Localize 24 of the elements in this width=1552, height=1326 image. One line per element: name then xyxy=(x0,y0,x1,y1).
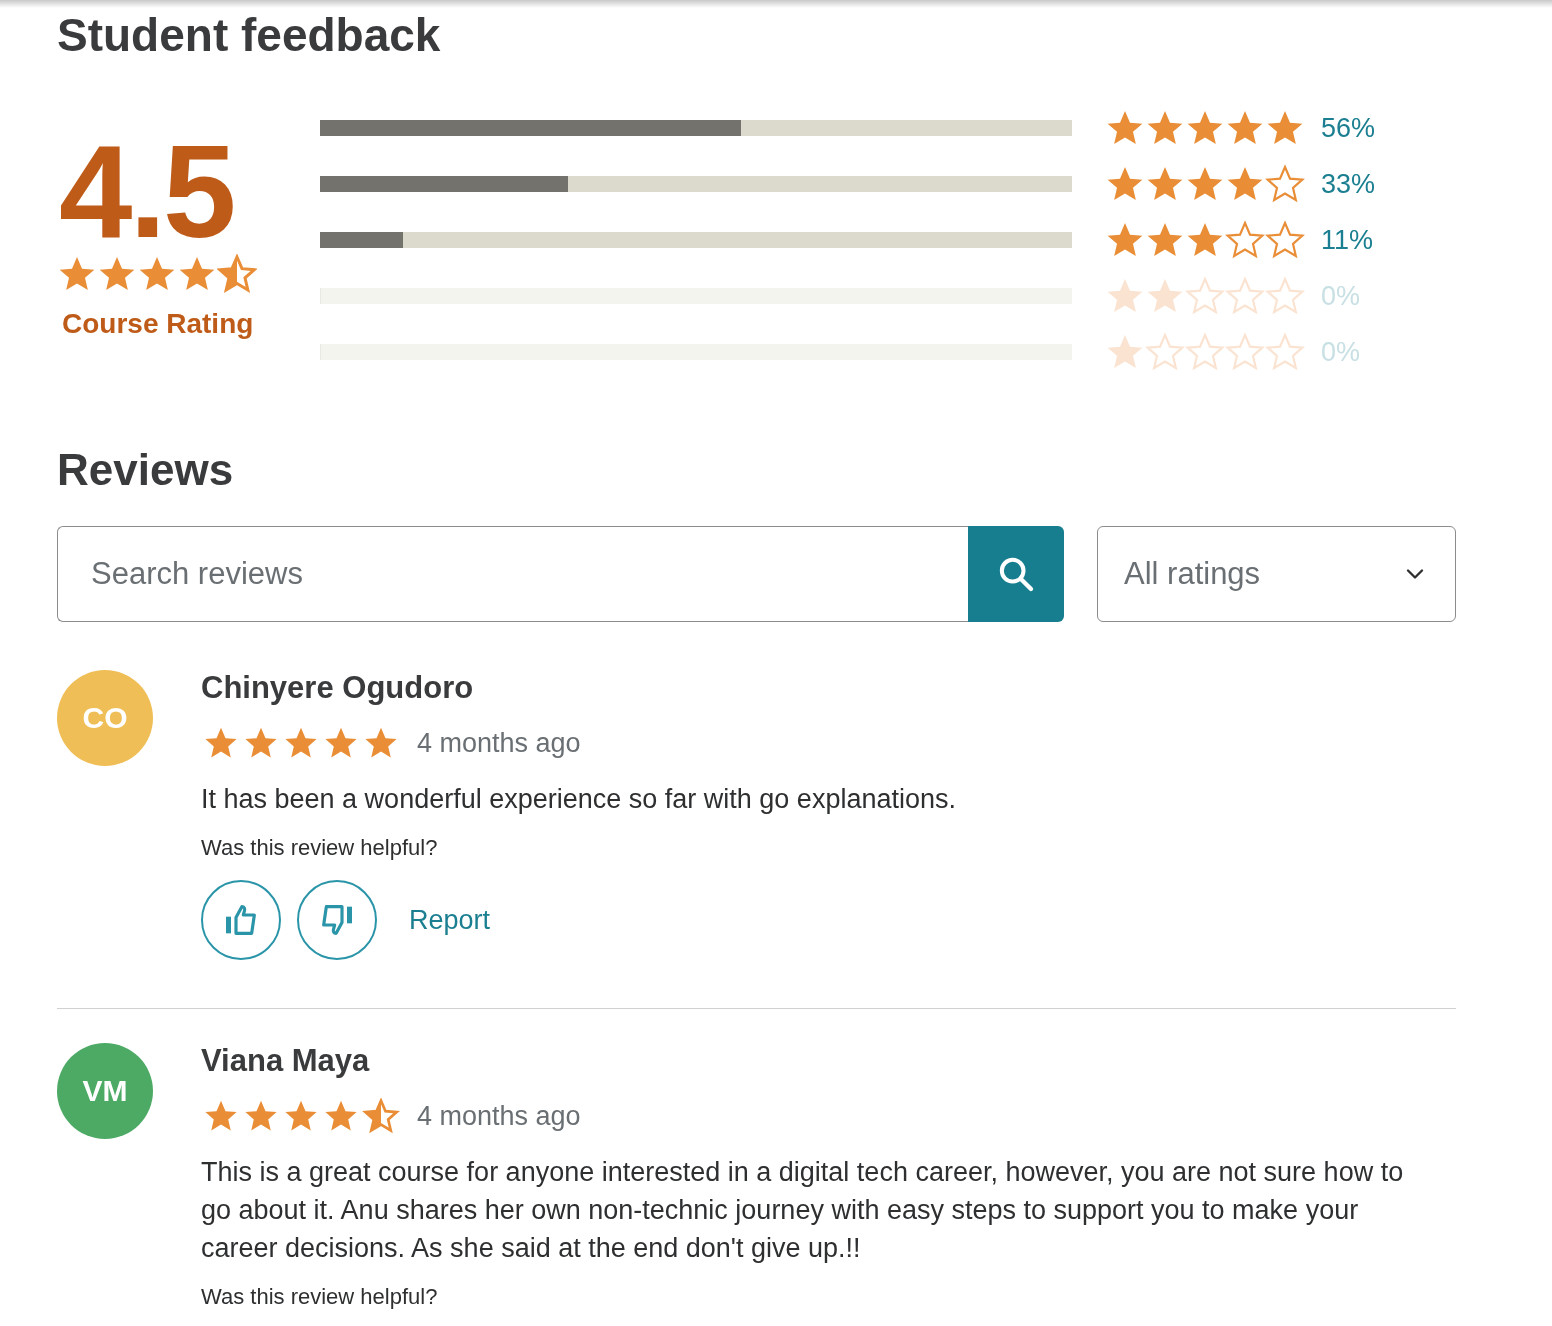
star-empty-icon xyxy=(1265,164,1305,204)
avatar: VM xyxy=(57,1043,153,1139)
half-star-icon xyxy=(361,1098,401,1134)
rating-percentage[interactable]: 33% xyxy=(1321,168,1376,200)
half-star-icon xyxy=(217,254,257,294)
search-field[interactable]: Search reviews xyxy=(57,526,968,622)
helpful-prompt: Was this review helpful? xyxy=(201,1283,439,1311)
section-title: Student feedback xyxy=(57,8,442,62)
average-rating: 4.5 xyxy=(59,130,234,254)
rating-filter-dropdown[interactable]: All ratings xyxy=(1097,526,1456,622)
helpful-prompt: Was this review helpful? xyxy=(201,834,439,862)
review-text: It has been a wonderful experience so far with go explanations. xyxy=(201,783,956,816)
reviewer-name: Chinyere Ogudoro xyxy=(201,670,475,706)
section-title: Reviews xyxy=(57,444,235,496)
rating-label: Course Rating xyxy=(62,307,254,341)
review-date: 4 months ago xyxy=(417,727,581,759)
search-button[interactable] xyxy=(968,526,1064,622)
report-link[interactable]: Report xyxy=(409,904,491,936)
rating-percentage[interactable]: 11% xyxy=(1321,224,1374,256)
rating-percentage[interactable]: 56% xyxy=(1321,112,1376,144)
avatar: CO xyxy=(57,670,153,766)
reviewer-name: Viana Maya xyxy=(201,1043,371,1079)
review-date: 4 months ago xyxy=(417,1100,581,1132)
review-text: This is a great course for anyone interested in a digital tech career, however, you are not sure how to go about it. Anu shares her own non-technic journey with easy steps to support you to make your career decisions. As she said at the end don't give up.!! xyxy=(201,1156,1405,1265)
